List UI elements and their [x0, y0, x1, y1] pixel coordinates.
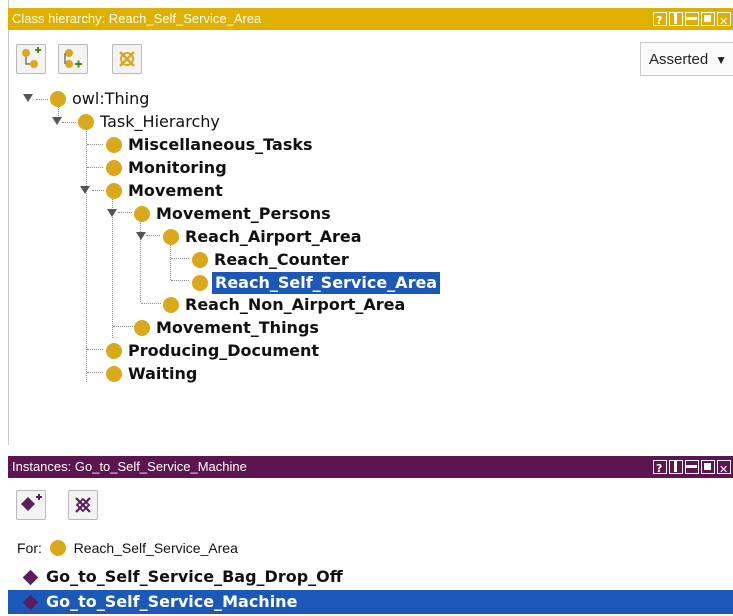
tree-node-label: Monitoring: [128, 158, 227, 177]
maximize-icon[interactable]: [701, 12, 715, 26]
class-icon: [192, 252, 208, 268]
split-vertical-icon[interactable]: [669, 12, 683, 26]
instances-panel: Instances: Go_to_Self_Service_Machine Fo…: [0, 456, 733, 616]
tree-node-label: Reach_Non_Airport_Area: [185, 295, 406, 314]
expand-toggle-icon[interactable]: [80, 186, 90, 194]
tree-node-label: Movement: [128, 181, 223, 200]
tree-node-label: Reach_Airport_Area: [185, 227, 362, 246]
delete-class-icon: [119, 51, 135, 67]
individual-label: Go_to_Self_Service_Machine: [46, 592, 298, 611]
individual-label: Go_to_Self_Service_Bag_Drop_Off: [46, 567, 343, 586]
expand-toggle-icon[interactable]: [136, 232, 146, 240]
add-subclass-button[interactable]: [16, 44, 46, 74]
split-horizontal-icon[interactable]: [685, 460, 699, 474]
class-icon: [49, 540, 66, 556]
expand-toggle-icon[interactable]: [23, 94, 33, 102]
individual-icon: [22, 569, 39, 586]
list-item-selected[interactable]: Go_to_Self_Service_Machine: [8, 590, 733, 614]
add-individual-icon: [21, 494, 42, 511]
class-tree: owl:Thing Task_Hierarchy Miscellaneous_T…: [0, 88, 733, 428]
add-sibling-class-button[interactable]: [58, 44, 88, 74]
delete-class-button[interactable]: [112, 44, 142, 74]
class-icon: [78, 114, 94, 130]
tree-node-label: Miscellaneous_Tasks: [128, 135, 313, 154]
class-icon: [106, 366, 122, 382]
view-mode-label: Asserted: [649, 51, 709, 68]
split-horizontal-icon[interactable]: [685, 12, 699, 26]
class-icon: [106, 160, 122, 176]
class-icon: [106, 137, 122, 153]
instances-title: Instances: Go_to_Self_Service_Machine: [12, 459, 247, 474]
individual-icon: [22, 594, 39, 611]
view-mode-dropdown[interactable]: Asserted ▼: [640, 42, 733, 76]
class-icon: [163, 229, 179, 245]
for-label: For:: [17, 540, 42, 556]
tree-node-label: Movement_Persons: [156, 204, 331, 223]
for-class-name: Reach_Self_Service_Area: [73, 540, 238, 556]
add-subclass-icon: [22, 47, 41, 68]
tree-node-label: Reach_Counter: [214, 250, 349, 269]
class-icon: [192, 275, 208, 291]
class-icon: [50, 91, 66, 107]
tree-node-label: Movement_Things: [156, 318, 319, 337]
expand-toggle-icon[interactable]: [107, 209, 117, 217]
class-icon: [106, 343, 122, 359]
help-icon[interactable]: [653, 458, 667, 480]
add-individual-button[interactable]: [16, 490, 46, 520]
list-item[interactable]: Go_to_Self_Service_Bag_Drop_Off: [0, 565, 733, 589]
class-icon: [134, 320, 150, 336]
close-icon[interactable]: [717, 11, 731, 33]
add-sibling-class-icon: [64, 49, 82, 68]
class-hierarchy-titlebar: Class hierarchy: Reach_Self_Service_Area: [8, 8, 733, 33]
class-icon: [163, 297, 179, 313]
window-controls: [653, 458, 731, 481]
tree-node-label: Producing_Document: [128, 341, 319, 360]
delete-individual-icon: [75, 497, 91, 513]
tree-node-label: Waiting: [128, 364, 198, 383]
tree-node-label: owl:Thing: [72, 89, 150, 108]
help-icon[interactable]: [653, 10, 667, 32]
chevron-down-icon: ▼: [715, 53, 727, 67]
tree-node-label-selected: Reach_Self_Service_Area: [210, 271, 442, 295]
expand-toggle-icon[interactable]: [52, 117, 62, 125]
delete-individual-button[interactable]: [68, 490, 98, 520]
instances-titlebar: Instances: Go_to_Self_Service_Machine: [8, 456, 733, 481]
for-class-row: For: Reach_Self_Service_Area: [17, 538, 238, 558]
window-controls: [653, 10, 731, 33]
class-hierarchy-panel: Class hierarchy: Reach_Self_Service_Area: [0, 0, 733, 445]
close-icon[interactable]: [717, 459, 731, 481]
class-hierarchy-title: Class hierarchy: Reach_Self_Service_Area: [12, 11, 262, 26]
maximize-icon[interactable]: [701, 460, 715, 474]
class-icon: [106, 183, 122, 199]
tree-node-label: Task_Hierarchy: [100, 112, 220, 131]
class-icon: [134, 206, 150, 222]
split-vertical-icon[interactable]: [669, 460, 683, 474]
